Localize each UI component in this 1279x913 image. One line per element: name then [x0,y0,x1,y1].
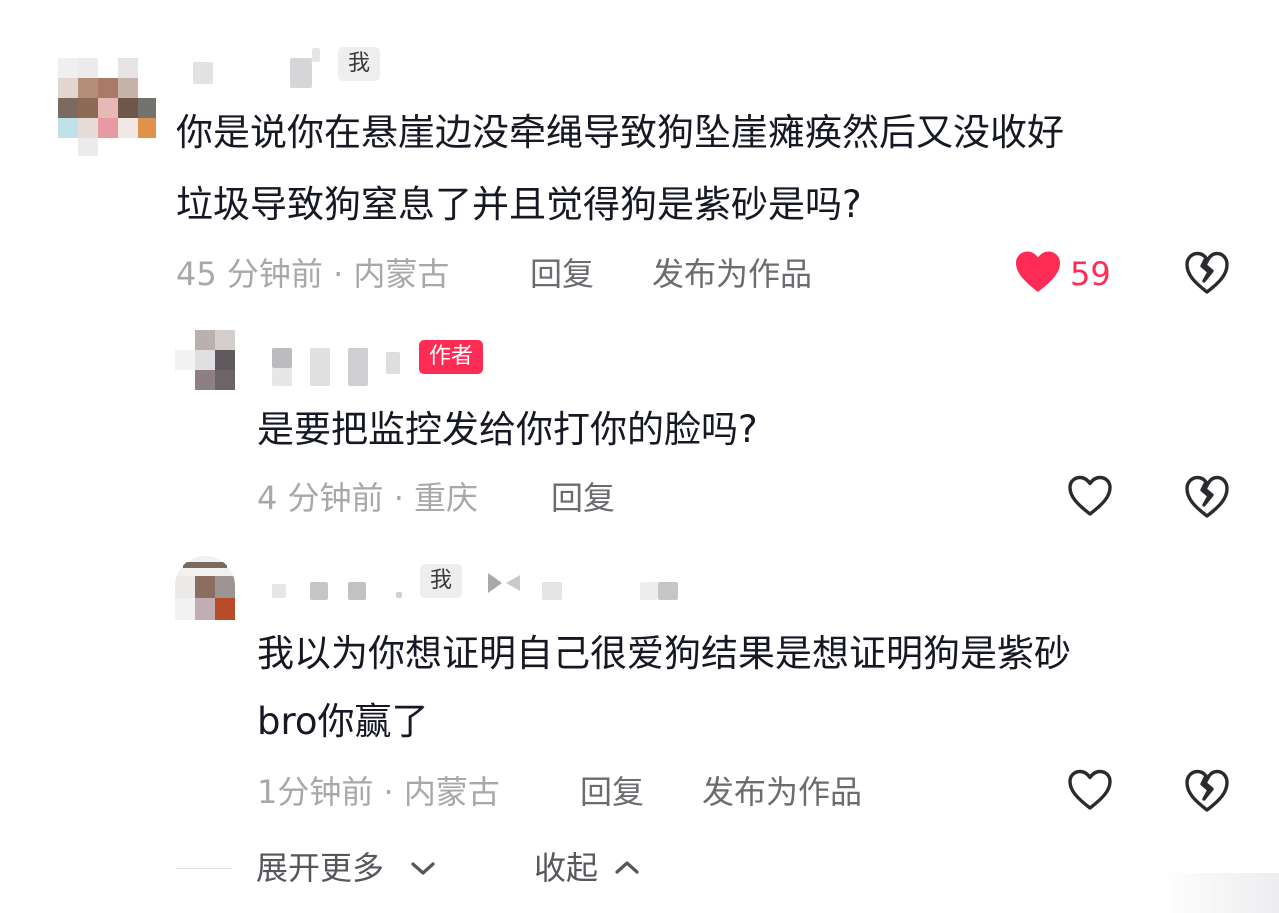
heart-outline-icon[interactable] [1066,768,1114,812]
like-count: 59 [1070,255,1111,293]
divider [176,868,232,869]
publish-as-work-button[interactable]: 发布为作品 [652,254,812,294]
chevron-up-icon [615,861,639,874]
dislike-broken-heart-icon[interactable] [1184,251,1230,295]
comment-text-line: 是要把监控发给你打你的脸吗? [257,408,758,451]
comment-text-line: 垃圾导致狗窒息了并且觉得狗是紫砂是吗? [176,183,862,226]
comment-text-line: bro你赢了 [257,700,429,743]
time-location: 1分钟前 · 内蒙古 [257,773,500,811]
avatar[interactable] [58,58,156,156]
avatar[interactable] [175,330,235,390]
time-location: 4 分钟前 · 重庆 [257,479,479,517]
self-tag: 我 [338,47,381,81]
time-location: 45 分钟前 · 内蒙古 [176,255,450,293]
chevron-down-icon [411,862,435,875]
comment-text-line: 我以为你想证明自己很爱狗结果是想证明狗是紫砂 [257,632,1071,675]
publish-as-work-button[interactable]: 发布为作品 [702,772,862,812]
reply-button[interactable]: 回复 [551,478,615,518]
avatar[interactable] [175,556,235,620]
comment-text-line: 你是说你在悬崖边没牵绳导致狗坠崖瘫痪然后又没收好 [176,111,1064,154]
reply-button[interactable]: 回复 [580,772,644,812]
dislike-broken-heart-icon[interactable] [1184,475,1230,519]
heart-outline-icon[interactable] [1066,474,1114,518]
self-tag: 我 [420,564,463,598]
author-tag: 作者 [419,340,484,374]
reply-button[interactable]: 回复 [530,254,594,294]
expand-more-label: 展开更多 [256,849,385,887]
watermark-fade [1159,873,1279,913]
dislike-broken-heart-icon[interactable] [1184,769,1230,813]
collapse-label: 收起 [534,849,599,887]
heart-filled-icon[interactable] [1014,250,1062,294]
reply-arrow-icon [488,573,520,593]
